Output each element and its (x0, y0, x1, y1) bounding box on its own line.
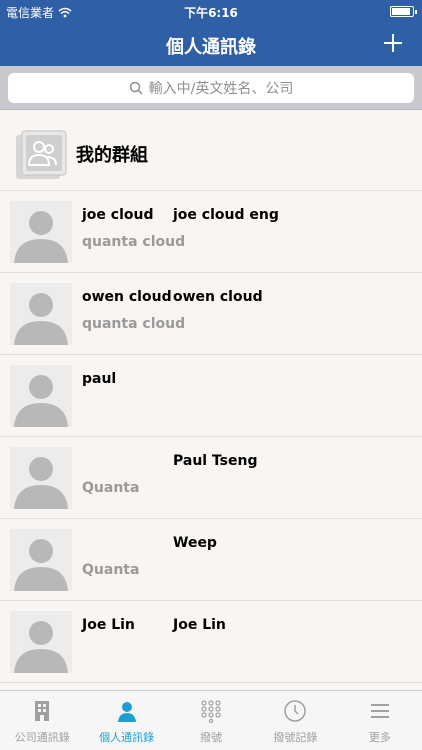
clock-icon (284, 700, 307, 722)
contact-english-name: Joe Lin (173, 617, 226, 633)
contact-company: quanta cloud (82, 234, 186, 250)
tab-company-directory[interactable]: 公司通訊錄 (0, 691, 84, 750)
search-bar: 輸入中/英文姓名、公司 (0, 66, 422, 110)
tab-label: 個人通訊錄 (99, 731, 155, 744)
status-bar: 電信業者 下午6:16 (0, 0, 422, 22)
avatar (10, 283, 72, 345)
avatar (10, 611, 72, 673)
tab-personal-directory[interactable]: 個人通訊錄 (84, 691, 168, 750)
menu-icon (370, 704, 389, 718)
contact-english-name: owen cloud (173, 289, 263, 305)
contact-name: paul (82, 371, 117, 387)
search-icon (129, 81, 143, 95)
avatar (10, 529, 72, 591)
contact-row[interactable]: paul (0, 355, 422, 437)
group-icon (16, 130, 67, 179)
tab-more[interactable]: 更多 (338, 691, 422, 750)
contact-english-name: Weep (173, 535, 217, 551)
tab-dial[interactable]: 撥號 (169, 691, 253, 750)
tab-bar: 公司通訊錄 個人通訊錄 撥號 撥號記錄 更多 (0, 690, 422, 750)
avatar (10, 201, 72, 263)
building-icon (35, 701, 50, 721)
avatar (10, 365, 72, 427)
contact-row[interactable]: Weep Quanta (0, 519, 422, 601)
status-time: 下午6:16 (184, 6, 238, 20)
contact-row[interactable]: owen cloud owen cloud quanta cloud (0, 273, 422, 355)
contact-name: owen cloud (82, 289, 172, 305)
contact-company: Quanta (82, 480, 140, 496)
tab-label: 撥號記錄 (273, 731, 318, 744)
person-icon (117, 702, 136, 722)
my-groups-row[interactable]: 我的群組 (0, 111, 422, 191)
tab-label: 撥號 (200, 731, 223, 744)
group-label: 我的群組 (76, 145, 148, 166)
contact-row[interactable]: joe cloud joe cloud eng quanta cloud (0, 191, 422, 273)
contact-company: Quanta (82, 562, 140, 578)
tab-call-history[interactable]: 撥號記錄 (253, 691, 337, 750)
search-placeholder: 輸入中/英文姓名、公司 (148, 81, 294, 97)
battery-icon (390, 6, 417, 17)
add-contact-button[interactable] (378, 28, 408, 58)
keypad-icon (201, 700, 221, 723)
search-input[interactable]: 輸入中/英文姓名、公司 (8, 73, 414, 103)
page-title: 個人通訊錄 (166, 37, 256, 58)
tab-label: 更多 (368, 731, 391, 744)
contact-name: joe cloud (82, 207, 154, 223)
nav-bar: 個人通訊錄 (0, 22, 422, 66)
contact-english-name: Paul Tseng (173, 453, 258, 469)
contact-company: quanta cloud (82, 316, 186, 332)
contact-row[interactable]: Paul Tseng Quanta (0, 437, 422, 519)
avatar (10, 447, 72, 509)
contact-english-name: joe cloud eng (173, 207, 279, 223)
contact-name: Joe Lin (82, 617, 135, 633)
contact-row[interactable]: Joe Lin Joe Lin (0, 601, 422, 683)
tab-label: 公司通訊錄 (14, 731, 70, 744)
